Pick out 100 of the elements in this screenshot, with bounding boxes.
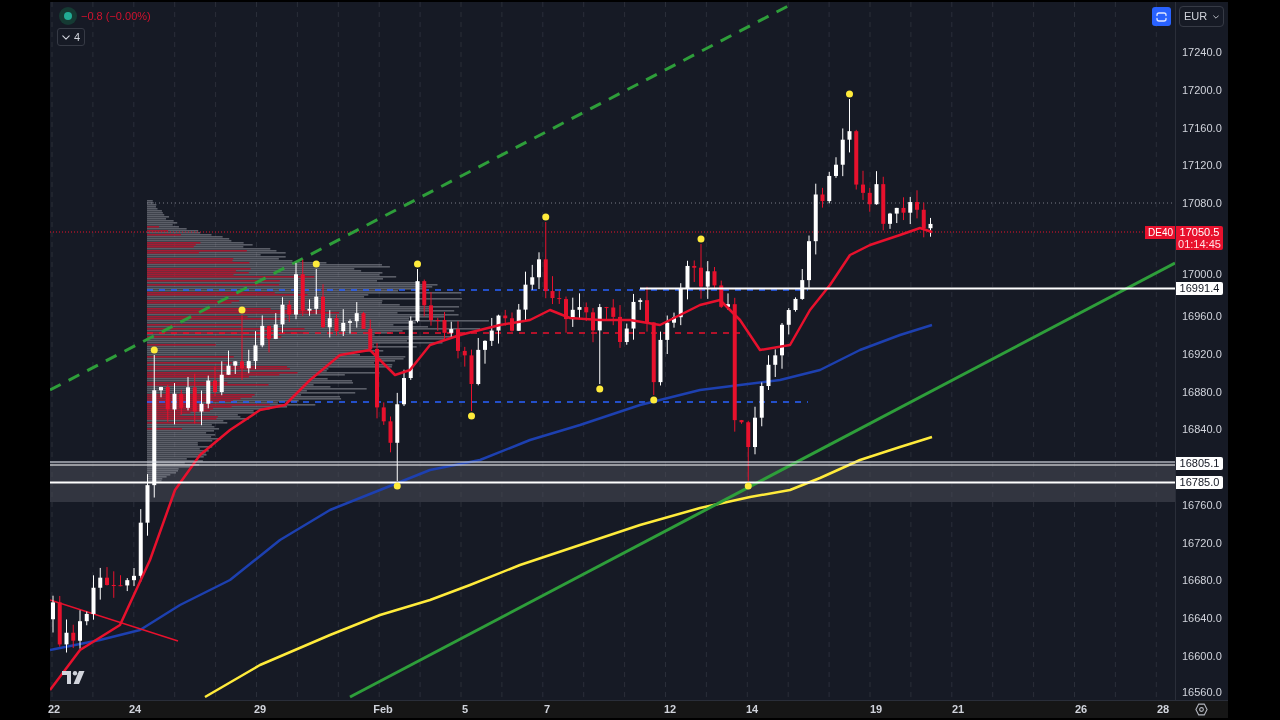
candlestick — [523, 271, 528, 321]
candlestick — [192, 373, 197, 425]
rounded-frame-icon — [1156, 11, 1167, 22]
candlestick — [759, 381, 764, 427]
candlestick — [577, 292, 582, 320]
candlestick — [611, 298, 616, 326]
price-tick-label: 17120.0 — [1182, 160, 1222, 171]
candlestick — [111, 570, 116, 599]
candlestick — [496, 314, 501, 345]
candlestick — [145, 473, 150, 537]
price-tick-label: 16840.0 — [1182, 424, 1222, 435]
marker-dot-icon — [596, 385, 604, 393]
settings-button[interactable] — [1194, 702, 1209, 717]
marker-dot-icon — [414, 260, 421, 268]
candlestick — [159, 386, 163, 398]
price-tick-label: 16680.0 — [1182, 575, 1222, 586]
candlestick — [132, 567, 136, 587]
indicators-toggle[interactable]: 4 — [57, 28, 86, 46]
candlestick — [719, 280, 724, 309]
candlestick — [658, 331, 663, 386]
candlestick — [71, 624, 76, 649]
candlestick — [334, 314, 339, 336]
price-tick-label: 16880.0 — [1182, 387, 1222, 398]
auto-scale-button[interactable] — [1152, 7, 1171, 26]
candlestick — [206, 375, 211, 409]
candlestick — [624, 323, 629, 346]
candlestick — [307, 298, 312, 317]
candlestick — [901, 196, 906, 221]
candlestick — [827, 171, 832, 204]
marker-dot-icon — [312, 260, 320, 268]
candlestick — [240, 314, 244, 381]
price-tick-label: 17000.0 — [1182, 269, 1222, 280]
candlestick — [361, 311, 366, 330]
candlestick — [246, 349, 251, 374]
marker-dot-icon — [238, 306, 246, 314]
bar-countdown: 01:14:45 — [1178, 238, 1221, 250]
candlestick — [260, 314, 265, 348]
candlestick — [820, 187, 825, 209]
candlestick — [219, 360, 224, 396]
candlestick — [469, 349, 474, 412]
candlestick — [165, 384, 170, 423]
candlestick — [300, 259, 305, 317]
candlestick — [280, 296, 285, 334]
candlestick — [753, 406, 757, 455]
candlestick — [800, 268, 805, 301]
candlestick — [64, 618, 69, 654]
candlestick — [273, 312, 278, 340]
candlestick — [267, 325, 271, 353]
marker-dot-icon — [744, 482, 752, 490]
marker-dot-icon — [846, 90, 853, 98]
chevron-down-icon — [1213, 14, 1219, 19]
marker-dot-icon — [393, 482, 401, 490]
candlestick — [570, 297, 575, 328]
logo-icon[interactable] — [62, 671, 85, 684]
candlestick — [591, 307, 595, 343]
candlestick — [442, 311, 447, 340]
time-tick-label: 5 — [461, 704, 469, 715]
price-level-tag: 16805.1 — [1176, 457, 1223, 470]
candlestick — [915, 189, 919, 219]
candlestick — [861, 170, 865, 201]
candlestick — [604, 306, 609, 322]
candlestick — [186, 376, 190, 411]
candlestick — [321, 283, 325, 329]
settings-icon — [1195, 703, 1208, 716]
candlestick — [665, 315, 670, 355]
candlestick — [408, 316, 413, 381]
candlestick — [928, 217, 933, 238]
candlestick — [712, 266, 717, 290]
time-tick-label: 22 — [47, 704, 61, 715]
candlestick — [381, 401, 386, 426]
price-change: −0.8 (−0.00%) — [81, 10, 151, 22]
candlestick — [294, 262, 298, 320]
candlestick — [287, 300, 292, 323]
candlestick — [213, 366, 217, 397]
candlestick — [402, 369, 406, 407]
candlestick — [537, 251, 541, 290]
candlestick — [908, 196, 913, 225]
price-tick-label: 17160.0 — [1182, 123, 1222, 134]
marker-dot-icon — [697, 235, 705, 243]
candlestick — [834, 156, 838, 179]
time-tick-label: 24 — [128, 704, 142, 715]
candlestick — [739, 419, 744, 425]
candlestick — [84, 611, 89, 626]
candlestick — [638, 297, 643, 311]
candlestick — [233, 360, 238, 375]
candlestick — [415, 268, 420, 323]
candlestick — [645, 286, 649, 333]
candlestick — [456, 320, 460, 359]
candlestick — [516, 303, 521, 332]
candlestick — [894, 207, 899, 224]
candlestick — [766, 354, 771, 391]
symbol-price-tag: DE40 — [1145, 226, 1175, 239]
price-level-tag: 16785.0 — [1176, 476, 1223, 489]
marker-dot-icon — [542, 213, 550, 221]
time-tick-label: 12 — [663, 704, 677, 715]
currency-dropdown[interactable]: EUR — [1179, 6, 1224, 27]
candlestick — [867, 187, 872, 213]
candlestick — [199, 390, 204, 426]
candlestick — [105, 566, 109, 587]
candlestick — [746, 420, 751, 482]
